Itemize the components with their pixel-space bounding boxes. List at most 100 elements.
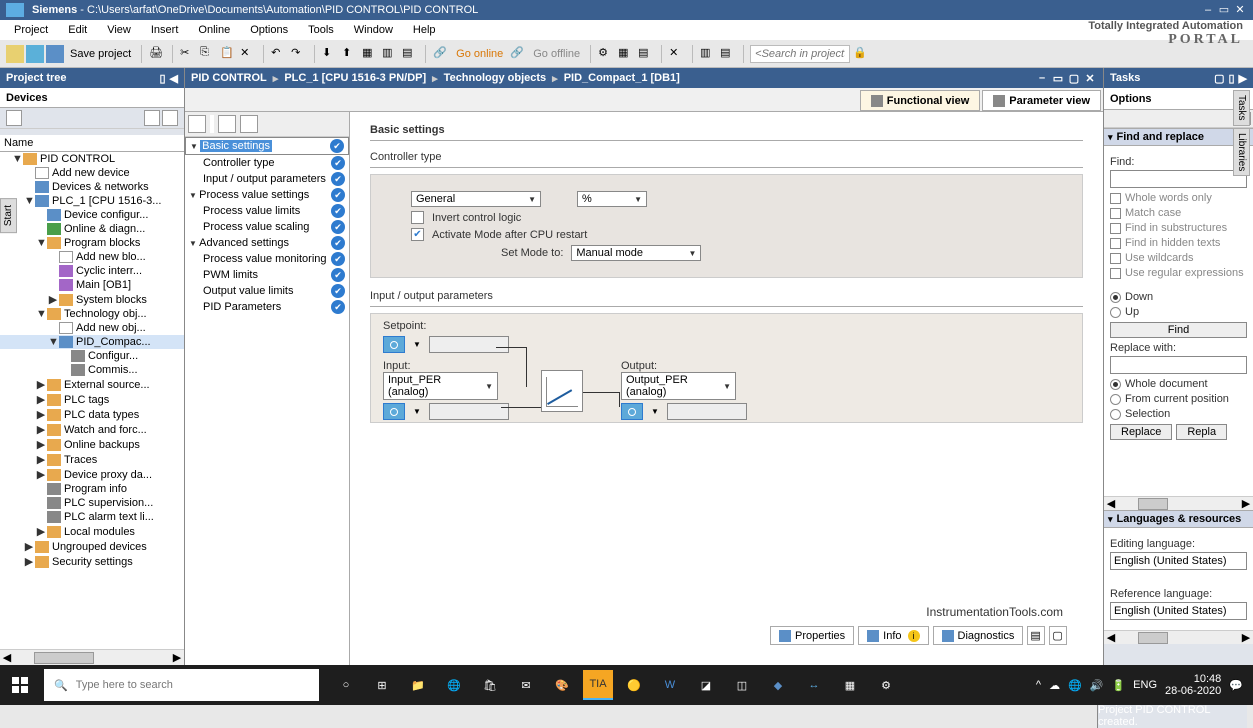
compile-icon[interactable]: ▦ — [361, 45, 379, 63]
teamviewer-icon[interactable]: ↔ — [799, 670, 829, 700]
tree-item-5[interactable]: Online & diagn... — [0, 222, 184, 236]
undo-icon[interactable]: ↶ — [270, 45, 288, 63]
tab-info[interactable]: Infoi — [858, 626, 928, 645]
battery-icon[interactable]: 🔋 — [1111, 679, 1125, 692]
close-icon[interactable]: ✕ — [1233, 3, 1247, 17]
collapse-icon[interactable]: ▯ — [159, 73, 165, 85]
tree-item-4[interactable]: Device configur... — [0, 208, 184, 222]
tree-item-12[interactable]: Add new obj... — [0, 321, 184, 335]
replace-input[interactable] — [1110, 356, 1247, 374]
tree-item-23[interactable]: Program info — [0, 482, 184, 496]
windows-search[interactable]: 🔍Type here to search — [44, 669, 319, 701]
bc-3[interactable]: PID_Compact_1 [DB1] — [564, 72, 680, 84]
paste-icon[interactable]: 📋 — [219, 45, 237, 63]
tree-item-2[interactable]: Devices & networks — [0, 180, 184, 194]
pin-icon[interactable]: ◀ — [170, 73, 178, 85]
cut-icon[interactable]: ✂ — [179, 45, 197, 63]
tab-functional-view[interactable]: Functional view — [860, 90, 981, 111]
replace-all-button[interactable]: Repla — [1176, 424, 1227, 440]
tree-item-18[interactable]: ▶PLC data types — [0, 407, 184, 422]
whole-doc-radio[interactable] — [1110, 379, 1121, 390]
find-opt-5[interactable]: Use regular expressions — [1110, 267, 1247, 279]
tab-diagnostics[interactable]: Diagnostics — [933, 626, 1024, 645]
tb-icon-1[interactable]: ▥ — [381, 45, 399, 63]
app-5-icon[interactable]: ⚙ — [871, 670, 901, 700]
tree-item-13[interactable]: ▼PID_Compac... — [0, 335, 184, 349]
find-replace-section[interactable]: ▾Find and replace — [1104, 128, 1253, 146]
mail-icon[interactable]: ✉ — [511, 670, 541, 700]
menu-help[interactable]: Help — [403, 24, 446, 36]
save-project-label[interactable]: Save project — [66, 48, 135, 60]
tree-item-1[interactable]: Add new device — [0, 166, 184, 180]
tree-item-6[interactable]: ▼Program blocks — [0, 236, 184, 250]
clock[interactable]: 10:48 28-06-2020 — [1165, 673, 1221, 697]
onedrive-icon[interactable]: ☁ — [1049, 679, 1060, 692]
cfg-tool-1-icon[interactable] — [188, 115, 206, 133]
unit-select[interactable]: %▼ — [577, 191, 647, 207]
tree-item-7[interactable]: Add new blo... — [0, 250, 184, 264]
editor-close-icon[interactable]: ✕ — [1083, 72, 1097, 85]
tb-close-icon[interactable]: ✕ — [668, 45, 686, 63]
tree-item-16[interactable]: ▶External source... — [0, 377, 184, 392]
tree-item-3[interactable]: ▼PLC_1 [CPU 1516-3... — [0, 194, 184, 208]
tree-item-27[interactable]: ▶Ungrouped devices — [0, 539, 184, 554]
tia-portal-icon[interactable]: TIA — [583, 670, 613, 700]
tb-icon-2[interactable]: ▤ — [401, 45, 419, 63]
start-button[interactable] — [0, 665, 40, 705]
controller-type-select[interactable]: General▼ — [411, 191, 541, 207]
tb-icon-3[interactable]: ⚙ — [597, 45, 615, 63]
tree-item-20[interactable]: ▶Online backups — [0, 437, 184, 452]
tasks-right-icon[interactable]: ▶ — [1239, 73, 1247, 85]
go-online[interactable]: Go online — [452, 48, 507, 60]
find-button[interactable]: Find — [1110, 322, 1247, 338]
cfg-item-4[interactable]: Process value limits✔ — [185, 203, 349, 219]
cfg-item-5[interactable]: Process value scaling✔ — [185, 219, 349, 235]
replace-button[interactable]: Replace — [1110, 424, 1172, 440]
project-tree[interactable]: ▼PID CONTROLAdd new deviceDevices & netw… — [0, 152, 184, 649]
project-search-input[interactable] — [750, 45, 850, 63]
up-radio[interactable] — [1110, 307, 1121, 318]
cfg-tool-3-icon[interactable] — [240, 115, 258, 133]
app-4-icon[interactable]: ▦ — [835, 670, 865, 700]
input-value[interactable] — [429, 403, 509, 420]
cfg-item-7[interactable]: Process value monitoring✔ — [185, 251, 349, 267]
tree-item-28[interactable]: ▶Security settings — [0, 554, 184, 569]
find-opt-4[interactable]: Use wildcards — [1110, 252, 1247, 264]
open-icon[interactable] — [26, 45, 44, 63]
go-online-icon[interactable]: 🔗 — [432, 45, 450, 63]
bc-2[interactable]: Technology objects — [444, 72, 546, 84]
tb-icon-5[interactable]: ▤ — [637, 45, 655, 63]
print-icon[interactable]: 🖨 — [148, 45, 166, 63]
go-offline[interactable]: Go offline — [529, 48, 584, 60]
activate-checkbox[interactable]: ✔ — [411, 228, 424, 241]
inspector-layout-2-icon[interactable]: ▢ — [1049, 626, 1067, 645]
editor-max-icon[interactable]: ▢ — [1067, 72, 1081, 85]
rtab-tasks[interactable]: Tasks — [1233, 90, 1250, 126]
tree-item-11[interactable]: ▼Technology obj... — [0, 307, 184, 321]
tree-tool-1-icon[interactable] — [6, 110, 22, 126]
cfg-item-3[interactable]: Process value settings✔ — [185, 187, 349, 203]
menu-options[interactable]: Options — [240, 24, 298, 36]
tree-item-26[interactable]: ▶Local modules — [0, 524, 184, 539]
tree-tool-2-icon[interactable] — [144, 110, 160, 126]
cfg-item-9[interactable]: Output value limits✔ — [185, 283, 349, 299]
tasks-col-icon[interactable]: ▯ — [1228, 73, 1234, 85]
minimize-icon[interactable]: – — [1201, 3, 1215, 17]
save-icon[interactable] — [46, 45, 64, 63]
setpoint-tag-icon[interactable] — [383, 336, 405, 353]
menu-insert[interactable]: Insert — [141, 24, 189, 36]
tasks-pin-icon[interactable]: ▢ — [1214, 73, 1224, 85]
split-h-icon[interactable]: ▥ — [699, 45, 717, 63]
menu-tools[interactable]: Tools — [298, 24, 344, 36]
cfg-item-2[interactable]: Input / output parameters✔ — [185, 171, 349, 187]
bc-0[interactable]: PID CONTROL — [191, 72, 267, 84]
notifications-icon[interactable]: 💬 — [1229, 679, 1243, 692]
tree-item-14[interactable]: Configur... — [0, 349, 184, 363]
new-icon[interactable] — [6, 45, 24, 63]
cfg-item-8[interactable]: PWM limits✔ — [185, 267, 349, 283]
edge-icon[interactable]: 🌐 — [439, 670, 469, 700]
selection-radio[interactable] — [1110, 409, 1121, 420]
upload-icon[interactable]: ⬆ — [341, 45, 359, 63]
menu-online[interactable]: Online — [188, 24, 240, 36]
paint-icon[interactable]: 🎨 — [547, 670, 577, 700]
